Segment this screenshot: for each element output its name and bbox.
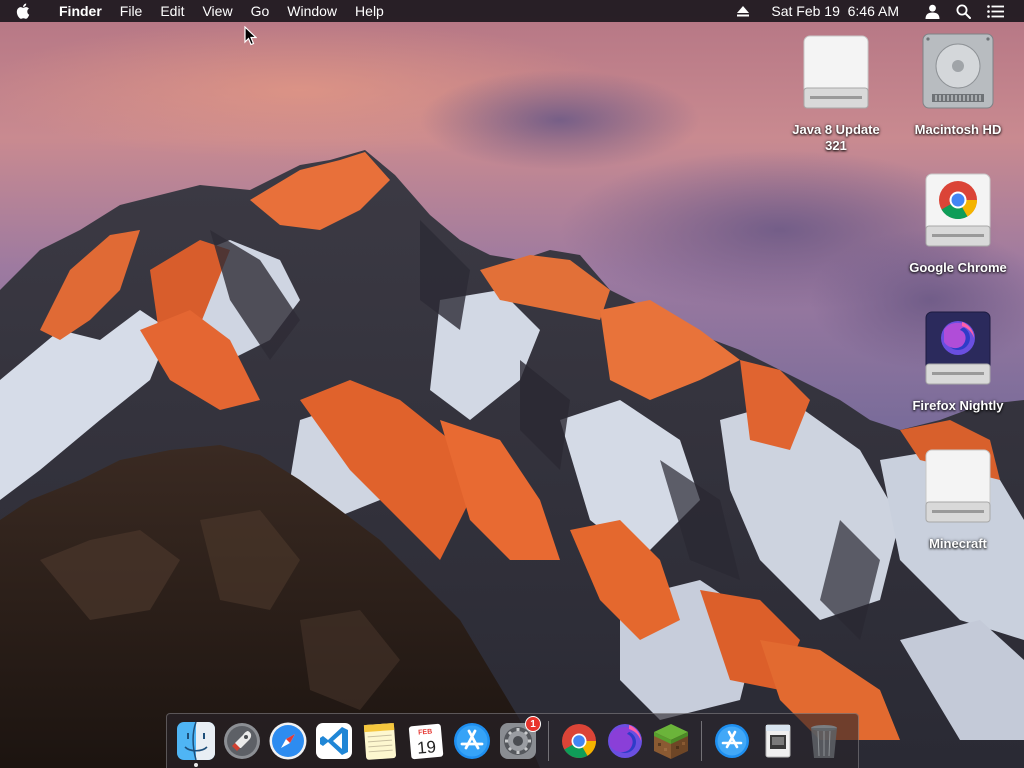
dock-item-notes[interactable] xyxy=(357,718,403,764)
desktop-icon-java[interactable]: Java 8 Update 321 xyxy=(781,32,891,154)
menu-bar: Finder File Edit View Go Window Help Sat… xyxy=(0,0,1024,22)
dock-item-trash[interactable] xyxy=(801,718,847,764)
calendar-icon: FEB 19 xyxy=(408,723,444,760)
menu-bar-clock[interactable]: Sat Feb 19 6:46 AM xyxy=(763,0,907,22)
chrome-disk-icon xyxy=(920,170,996,250)
menu-window[interactable]: Window xyxy=(278,0,346,22)
finder-icon xyxy=(177,721,215,761)
calendar-day-text: 19 xyxy=(416,737,437,758)
desktop-icon-label: Firefox Nightly xyxy=(912,398,1004,413)
desktop-icon-label: Minecraft xyxy=(929,536,987,551)
menu-view[interactable]: View xyxy=(193,0,241,22)
dock-separator xyxy=(701,721,702,761)
dock-item-downloads[interactable] xyxy=(755,718,801,764)
dock-item-finder[interactable] xyxy=(173,718,219,767)
running-indicator xyxy=(194,763,198,767)
desktop-icon-google-chrome[interactable]: Google Chrome xyxy=(903,170,1013,276)
desktop-icon-label: Java 8 Update 321 xyxy=(792,122,880,153)
launchpad-icon xyxy=(224,723,260,759)
mouse-pointer-icon xyxy=(244,26,257,46)
dock-item-minecraft[interactable] xyxy=(648,718,694,764)
dock-item-google-chrome[interactable] xyxy=(556,718,602,764)
apple-icon[interactable] xyxy=(16,0,42,22)
disk-image-icon xyxy=(920,446,996,526)
dock-item-safari[interactable] xyxy=(265,718,311,764)
eject-icon[interactable] xyxy=(729,0,757,22)
menu-go[interactable]: Go xyxy=(242,0,279,22)
notification-badge: 1 xyxy=(525,716,541,732)
firefox-nightly-disk-icon xyxy=(920,308,996,388)
menu-file[interactable]: File xyxy=(111,0,152,22)
trash-icon xyxy=(811,725,837,758)
user-icon[interactable] xyxy=(917,0,948,22)
dock-item-calendar[interactable]: FEB 19 xyxy=(403,718,449,764)
chrome-icon xyxy=(562,724,596,758)
firefox-nightly-icon xyxy=(608,724,642,758)
notes-icon xyxy=(363,722,397,760)
desktop-icon-label: Macintosh HD xyxy=(914,122,1002,137)
applications-folder-icon xyxy=(715,724,749,758)
desktop-icon-minecraft[interactable]: Minecraft xyxy=(903,446,1013,552)
minecraft-icon xyxy=(654,724,688,759)
disk-image-icon xyxy=(798,32,874,112)
dock-item-launchpad[interactable] xyxy=(219,718,265,764)
dock-item-applications[interactable] xyxy=(709,718,755,764)
safari-icon xyxy=(269,722,307,760)
dock: FEB 19 1 xyxy=(166,713,859,768)
dock-separator xyxy=(548,721,549,761)
calendar-month-text: FEB xyxy=(418,728,433,736)
notification-center-icon[interactable] xyxy=(979,0,1012,22)
menu-help[interactable]: Help xyxy=(346,0,393,22)
menu-edit[interactable]: Edit xyxy=(151,0,193,22)
desktop-icon-firefox-nightly[interactable]: Firefox Nightly xyxy=(903,308,1013,414)
vscode-icon xyxy=(316,723,352,759)
hard-drive-icon xyxy=(920,32,996,112)
dock-item-app-store[interactable] xyxy=(449,718,495,764)
dock-item-vscode[interactable] xyxy=(311,718,357,764)
app-store-icon xyxy=(454,723,490,759)
spotlight-search-icon[interactable] xyxy=(948,0,979,22)
desktop-icon-macintosh-hd[interactable]: Macintosh HD xyxy=(903,32,1013,138)
dock-item-firefox-nightly[interactable] xyxy=(602,718,648,764)
dock-item-system-preferences[interactable]: 1 xyxy=(495,716,541,764)
desktop-icon-label: Google Chrome xyxy=(909,260,1007,275)
downloads-stack-icon xyxy=(765,724,791,758)
menu-app-name[interactable]: Finder xyxy=(50,0,111,22)
